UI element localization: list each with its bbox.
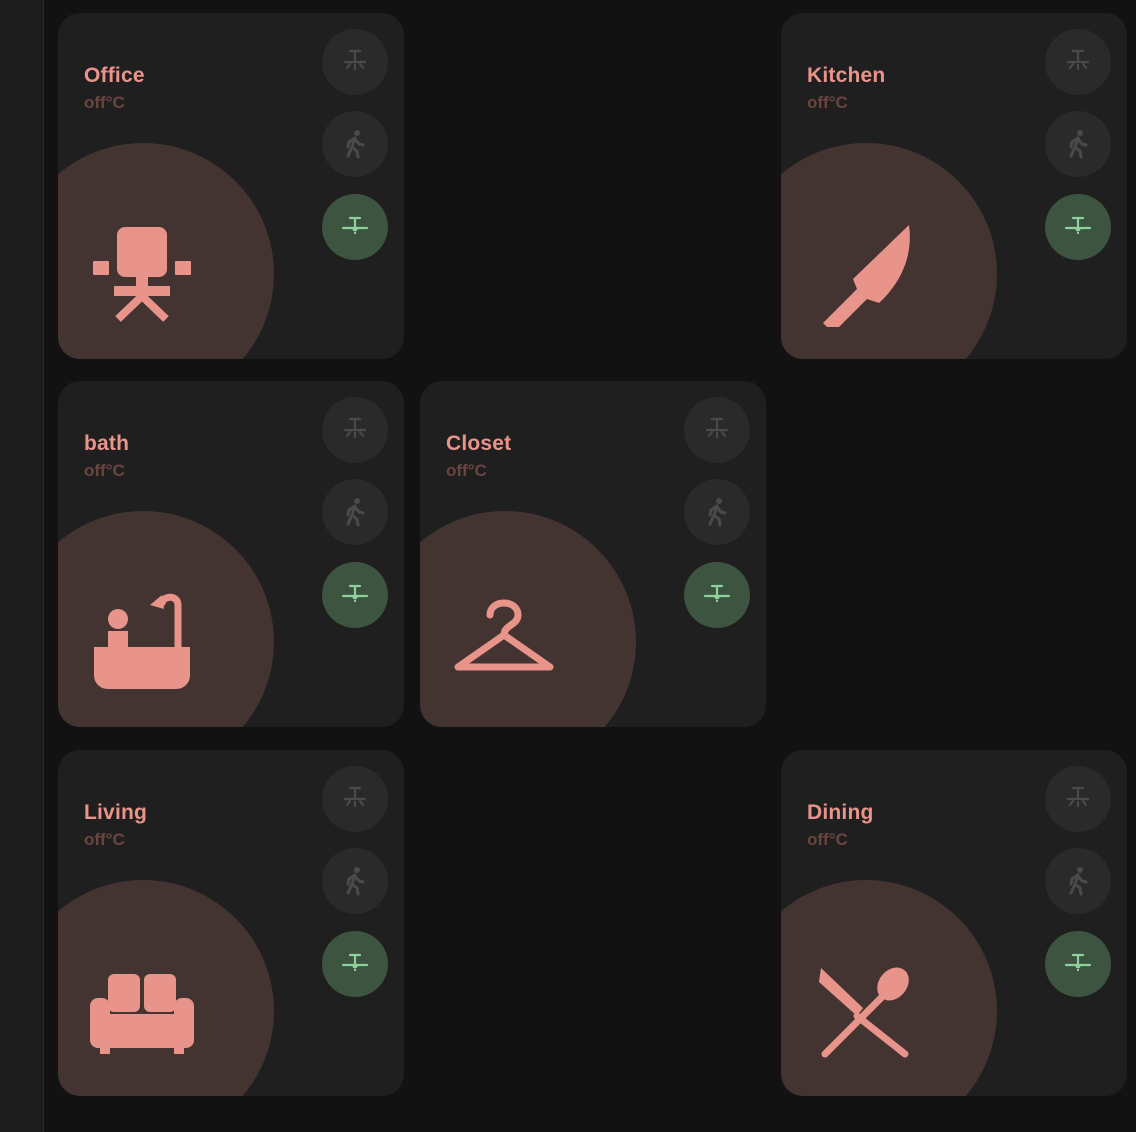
knife-icon: [823, 225, 910, 327]
ceiling-fan-icon: [341, 216, 369, 234]
room-temperature: off°C: [84, 830, 125, 849]
room-card-office[interactable]: Office off°C: [58, 13, 404, 359]
ceiling-light-icon: [343, 417, 367, 439]
ceiling-fan-button[interactable]: [1045, 194, 1111, 260]
ceiling-fan-icon: [1064, 216, 1092, 234]
walking-person-icon: [346, 867, 365, 896]
ceiling-light-icon: [343, 786, 367, 808]
ceiling-fan-button[interactable]: [322, 562, 388, 628]
room-card-dining[interactable]: Dining off°C: [781, 750, 1127, 1096]
room-card-bath[interactable]: bath off°C: [58, 381, 404, 727]
motion-button[interactable]: [684, 479, 750, 545]
room-temperature: off°C: [446, 461, 487, 480]
room-title: Dining: [807, 801, 874, 824]
ceiling-fan-button[interactable]: [322, 194, 388, 260]
room-temperature: off°C: [84, 461, 125, 480]
ceiling-light-icon: [343, 49, 367, 71]
walking-person-icon: [1069, 867, 1088, 896]
ceiling-light-icon: [1066, 49, 1090, 71]
ceiling-fan-icon: [1064, 953, 1092, 971]
ceiling-light-button[interactable]: [322, 29, 388, 95]
silverware-icon: [819, 967, 909, 1058]
motion-button[interactable]: [1045, 848, 1111, 914]
motion-button[interactable]: [322, 111, 388, 177]
ceiling-fan-button[interactable]: [684, 562, 750, 628]
ceiling-light-icon: [705, 417, 729, 439]
walking-person-icon: [346, 498, 365, 527]
sofa-icon: [90, 974, 194, 1054]
walking-person-icon: [708, 498, 727, 527]
ceiling-fan-button[interactable]: [1045, 931, 1111, 997]
room-temperature: off°C: [84, 93, 125, 112]
bathtub-icon: [94, 593, 190, 689]
ceiling-light-button[interactable]: [1045, 29, 1111, 95]
room-title: Office: [84, 64, 145, 87]
ceiling-light-button[interactable]: [322, 766, 388, 832]
ceiling-light-icon: [1066, 786, 1090, 808]
motion-button[interactable]: [1045, 111, 1111, 177]
ceiling-fan-icon: [703, 584, 731, 602]
hanger-icon: [454, 599, 554, 671]
room-title: Closet: [446, 432, 512, 455]
ceiling-light-button[interactable]: [322, 397, 388, 463]
ceiling-fan-button[interactable]: [322, 931, 388, 997]
walking-person-icon: [346, 130, 365, 159]
room-title: bath: [84, 432, 130, 455]
sidebar: [0, 0, 44, 1132]
room-card-living[interactable]: Living off°C: [58, 750, 404, 1096]
room-title: Kitchen: [807, 64, 886, 87]
motion-button[interactable]: [322, 848, 388, 914]
room-card-kitchen[interactable]: Kitchen off°C: [781, 13, 1127, 359]
ceiling-light-button[interactable]: [684, 397, 750, 463]
room-title: Living: [84, 801, 148, 824]
ceiling-fan-icon: [341, 584, 369, 602]
walking-person-icon: [1069, 130, 1088, 159]
motion-button[interactable]: [322, 479, 388, 545]
room-temperature: off°C: [807, 830, 848, 849]
ceiling-light-button[interactable]: [1045, 766, 1111, 832]
room-card-closet[interactable]: Closet off°C: [420, 381, 766, 727]
office-chair-icon: [93, 227, 191, 322]
room-temperature: off°C: [807, 93, 848, 112]
ceiling-fan-icon: [341, 953, 369, 971]
